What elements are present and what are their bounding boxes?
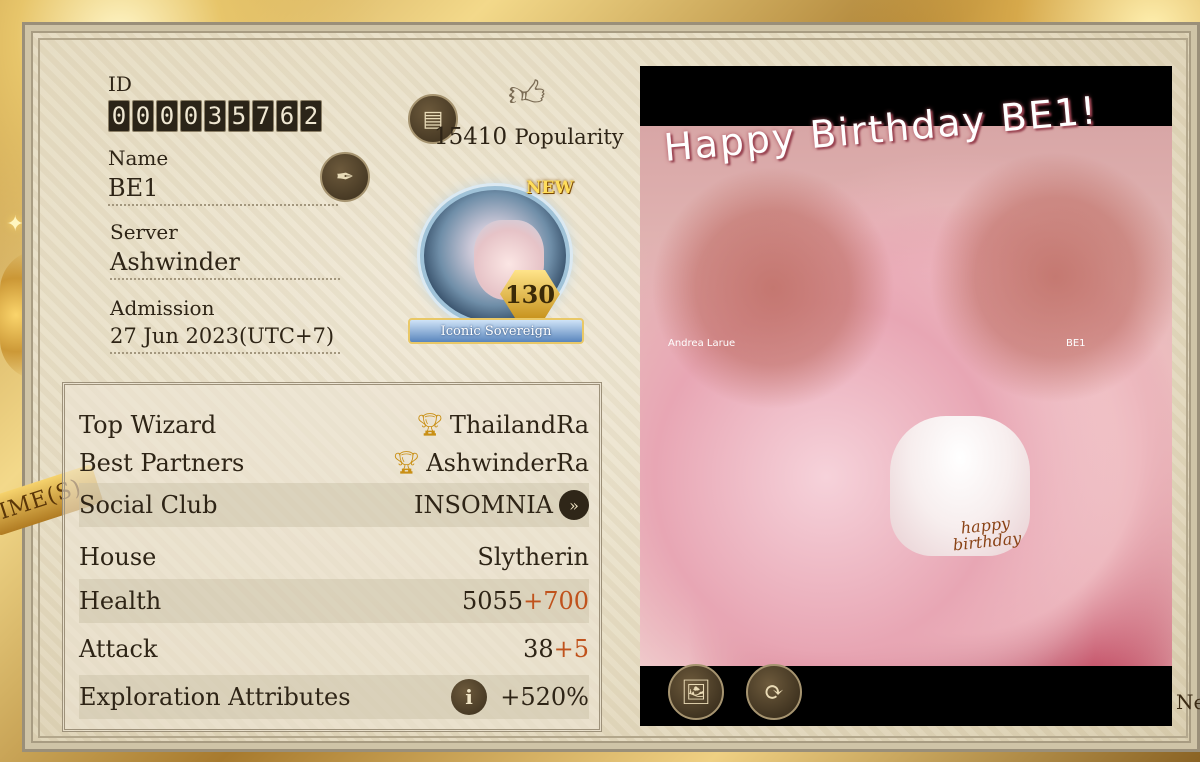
id-label: ID (108, 72, 132, 96)
trophy-icon: 🏆︎ (415, 412, 444, 438)
id-digit: 0 (156, 100, 178, 132)
social-club-label: Social Club (79, 491, 218, 519)
id-digit: 5 (228, 100, 250, 132)
birthday-artwork (640, 126, 1172, 666)
house-label: House (79, 543, 157, 571)
exploration-row: Exploration Attributes +520% (79, 675, 589, 719)
info-icon: i (465, 685, 473, 709)
top-wizard-value-wrap: 🏆︎ ThailandRa (416, 411, 589, 439)
stats-panel: Top Wizard 🏆︎ ThailandRa Best Partners 🏆… (62, 382, 602, 732)
title-banner: Iconic Sovereign (408, 318, 584, 344)
top-wizard-label: Top Wizard (79, 411, 217, 439)
best-partners-value-wrap: 🏆︎ AshwinderRa (392, 449, 589, 477)
social-club-row[interactable]: Social Club INSOMNIA » (79, 483, 589, 527)
attack-base: 38 (523, 635, 554, 663)
best-partners-row[interactable]: Best Partners 🏆︎ AshwinderRa (79, 441, 589, 485)
id-digit: 6 (276, 100, 298, 132)
top-wizard-value: ThailandRa (449, 411, 589, 439)
admission-value: 27 Jun 2023(UTC+7) (110, 324, 340, 354)
health-value: 5055+700 (462, 587, 589, 615)
trophy-icon: 🏆︎ (392, 450, 421, 476)
best-partners-value: AshwinderRa (426, 449, 589, 477)
id-digit: 2 (300, 100, 322, 132)
name-label: Name (108, 146, 169, 170)
id-digit: 0 (108, 100, 130, 132)
quill-icon: ✒ (335, 164, 355, 190)
server-value: Ashwinder (110, 248, 340, 280)
attack-row: Attack 38+5 (79, 627, 589, 671)
health-base: 5055 (462, 587, 524, 615)
health-row: Health 5055+700 (79, 579, 589, 623)
health-label: Health (79, 587, 162, 615)
id-digit: 3 (204, 100, 226, 132)
social-club-value: INSOMNIA (414, 491, 553, 519)
exploration-label: Exploration Attributes (79, 683, 351, 711)
refresh-image-button[interactable]: ⟳ (746, 664, 802, 720)
avatar[interactable]: NEW 130 Iconic Sovereign (408, 178, 588, 350)
birthday-image-panel: Happy Birthday BE1! Andrea Larue BE1 hap… (640, 66, 1172, 726)
attack-bonus: +5 (553, 635, 589, 663)
name-value: BE1 (108, 174, 338, 206)
id-number: 0 0 0 0 3 5 7 6 2 (108, 100, 322, 132)
info-button[interactable]: i (451, 679, 487, 715)
popularity: 15410 Popularity (434, 124, 624, 150)
exploration-value: +520% (500, 683, 589, 711)
social-club-value-wrap: INSOMNIA » (414, 490, 589, 520)
popularity-value: 15410 (434, 124, 508, 150)
edit-name-button[interactable]: ✒ (320, 152, 370, 202)
admission-label: Admission (110, 296, 215, 320)
health-bonus: +700 (523, 587, 589, 615)
gallery-edit-icon: 🖼︎ (680, 678, 712, 706)
edge-text: Ne (1176, 690, 1200, 714)
edit-image-button[interactable]: 🖼︎ (668, 664, 724, 720)
attack-label: Attack (79, 635, 158, 663)
new-badge: NEW (526, 178, 574, 198)
id-digit: 0 (180, 100, 202, 132)
server-label: Server (110, 220, 178, 244)
id-digit: 0 (132, 100, 154, 132)
thumbs-up-icon: 👍︎ (508, 74, 546, 115)
attack-value: 38+5 (523, 635, 589, 663)
cake-text: happy birthday (951, 514, 1022, 555)
refresh-icon: ⟳ (763, 678, 785, 706)
double-chevron-right-icon[interactable]: » (559, 490, 589, 520)
house-row: House Slytherin (79, 535, 589, 579)
artist-signature: Andrea Larue (668, 338, 736, 349)
character-signature: BE1 (1066, 338, 1086, 349)
popularity-label: Popularity (514, 125, 624, 149)
id-digit: 7 (252, 100, 274, 132)
best-partners-label: Best Partners (79, 449, 245, 477)
house-value: Slytherin (477, 543, 589, 571)
